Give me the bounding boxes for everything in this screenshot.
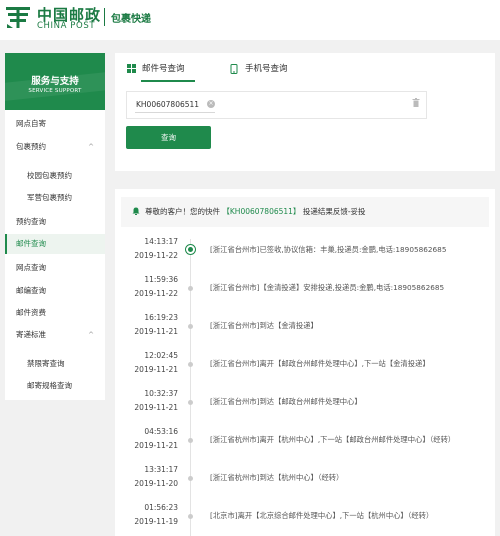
event-date: 2019-11-22 [134,289,178,298]
sidebar-item[interactable]: 邮件查询 [5,234,105,254]
sidebar-item-label: 寄递标准 [16,330,46,339]
timeline-dot [188,324,193,329]
timeline-dot [188,514,193,519]
chevron-up-icon[interactable]: ^ [88,325,94,345]
site-name: 包裹快递 [111,14,151,25]
sidebar-item[interactable]: 包裹预约 ^ [5,137,105,157]
grid-icon [127,64,136,73]
event-description: [浙江省杭州市]到达【杭州中心】（经转） [210,473,344,482]
results-tracking-number: 【KH00607806511】 [222,207,301,216]
site-header: 中国邮政 CHINA POST 包裹快递 [0,0,500,40]
sidebar-subtitle: SERVICE SUPPORT [28,88,82,94]
tracking-number-value: KH00607806511 [136,100,200,109]
event-time: 13:31:17 [144,465,178,474]
event-date: 2019-11-21 [134,403,178,412]
event-time: 11:59:36 [144,275,178,284]
timeline-event: 01:56:23 2019-11-19 [北京市]离开【北京综合邮件处理中心】,下一… [115,503,495,536]
timeline-dot [188,362,193,367]
tab-mail-number-label: 邮件号查询 [142,64,185,74]
query-button[interactable]: 查询 [126,126,211,149]
timeline-event: 13:31:17 2019-11-20 [浙江省杭州市]到达【杭州中心】（经转） [115,465,495,503]
sidebar-title: 服务与支持 [31,76,79,87]
trash-icon[interactable] [412,98,420,107]
timeline-dot [188,476,193,481]
event-date: 2019-11-19 [134,517,178,526]
timeline-event: 14:13:17 2019-11-22 [浙江省台州市]已签收,协议信箱：丰巢,投递… [115,237,495,275]
sidebar-item-label: 预约查询 [16,217,46,226]
event-description: [浙江省台州市]【金清投递】安排投递,投递员:金鹏,电话:18905862685 [210,283,445,292]
tab-mail-number[interactable]: 邮件号查询 [127,62,207,76]
event-date: 2019-11-22 [134,251,178,260]
logo-separator [104,8,105,26]
results-panel: 尊敬的客户！您的快件 【KH00607806511】 投递结果反馈-妥投 14:… [115,189,495,536]
sidebar-item[interactable]: 预约查询 [5,212,105,232]
chevron-up-icon[interactable]: ^ [88,137,94,157]
sidebar-item[interactable]: 校园包裹预约 [5,166,105,186]
sidebar-item-label: 包裹预约 [16,142,46,151]
tab-phone-number[interactable]: 手机号查询 [230,62,310,76]
results-summary: 尊敬的客户！您的快件 【KH00607806511】 投递结果反馈-妥投 [145,206,366,217]
event-description: [浙江省台州市]已签收,协议信箱：丰巢,投递员:金鹏,电话:1890586268… [210,245,447,254]
sidebar-item[interactable]: 禁限寄查询 [5,354,105,374]
sidebar-item-label: 网点自寄 [16,119,46,128]
event-description: [北京市]离开【北京综合邮件处理中心】,下一站【杭州中心】（经转） [210,511,434,520]
sidebar-item[interactable]: 邮编查询 [5,281,105,301]
china-post-logo-icon[interactable] [5,4,31,30]
query-panel: 邮件号查询 手机号查询 KH00607806511 × 查询 [115,53,495,171]
event-description: [浙江省台州市]到达【邮政台州邮件处理中心】 [210,397,362,406]
phone-icon [230,64,238,74]
sidebar-item-label: 邮编查询 [16,286,46,295]
event-time: 10:32:37 [144,389,178,398]
tracking-number-underline [135,112,215,113]
results-feedback: 投递结果反馈-妥投 [302,207,366,216]
sidebar-item-label: 邮寄规格查询 [27,381,72,390]
sidebar-item[interactable]: 邮件资费 [5,303,105,323]
sidebar-item-label: 邮件资费 [16,308,46,317]
timeline-dot [188,400,193,405]
timeline-event: 10:32:37 2019-11-21 [浙江省台州市]到达【邮政台州邮件处理中心】 [115,389,495,427]
sidebar: 服务与支持 SERVICE SUPPORT 网点自寄包裹预约 ^ 校园包裹预约 军营包… [5,53,105,400]
event-time: 16:19:23 [144,313,178,322]
sidebar-item[interactable]: 网点查询 [5,258,105,278]
event-description: [浙江省台州市]离开【邮政台州邮件处理中心】,下一站【金清投递】 [210,359,430,368]
event-time: 01:56:23 [144,503,178,512]
event-time: 14:13:17 [144,237,178,246]
sidebar-item[interactable]: 军营包裹预约 [5,188,105,208]
clear-input-icon[interactable]: × [207,100,215,108]
event-time: 04:53:16 [144,427,178,436]
results-greeting: 尊敬的客户！您的快件 [145,207,220,216]
event-description: [浙江省杭州市]离开【杭州中心】,下一站【邮政台州邮件处理中心】（经转） [210,435,456,444]
timeline-event: 04:53:16 2019-11-21 [浙江省杭州市]离开【杭州中心】,下一站【邮… [115,427,495,465]
sidebar-item[interactable]: 邮寄规格查询 [5,376,105,396]
event-date: 2019-11-21 [134,365,178,374]
timeline-event: 16:19:23 2019-11-21 [浙江省台州市]到达【金清投递】 [115,313,495,351]
timeline-event: 11:59:36 2019-11-22 [浙江省台州市]【金清投递】安排投递,投递员… [115,275,495,313]
bell-icon [132,207,140,215]
sidebar-item[interactable]: 寄递标准 ^ [5,325,105,345]
sidebar-item-label: 网点查询 [16,263,46,272]
timeline-dot [188,286,193,291]
event-time: 12:02:45 [144,351,178,360]
sidebar-item-label: 禁限寄查询 [27,359,65,368]
event-date: 2019-11-21 [134,441,178,450]
timeline-dot [188,438,193,443]
sidebar-item-label: 校园包裹预约 [27,171,72,180]
event-date: 2019-11-20 [134,479,178,488]
sidebar-item-label: 邮件查询 [16,239,46,248]
sidebar-header: 服务与支持 SERVICE SUPPORT [5,53,105,110]
timeline-dot [185,244,196,255]
event-date: 2019-11-21 [134,327,178,336]
sidebar-item[interactable]: 网点自寄 [5,114,105,134]
tab-active-underline [141,80,195,82]
event-description: [浙江省台州市]到达【金清投递】 [210,321,318,330]
logo-english-text: CHINA POST [37,21,96,31]
results-header: 尊敬的客户！您的快件 【KH00607806511】 投递结果反馈-妥投 [115,189,495,233]
timeline-event: 12:02:45 2019-11-21 [浙江省台州市]离开【邮政台州邮件处理中心】… [115,351,495,389]
tracking-number-input[interactable]: KH00607806511 × [126,91,427,119]
tab-phone-number-label: 手机号查询 [245,64,288,74]
sidebar-item-label: 军营包裹预约 [27,193,72,202]
